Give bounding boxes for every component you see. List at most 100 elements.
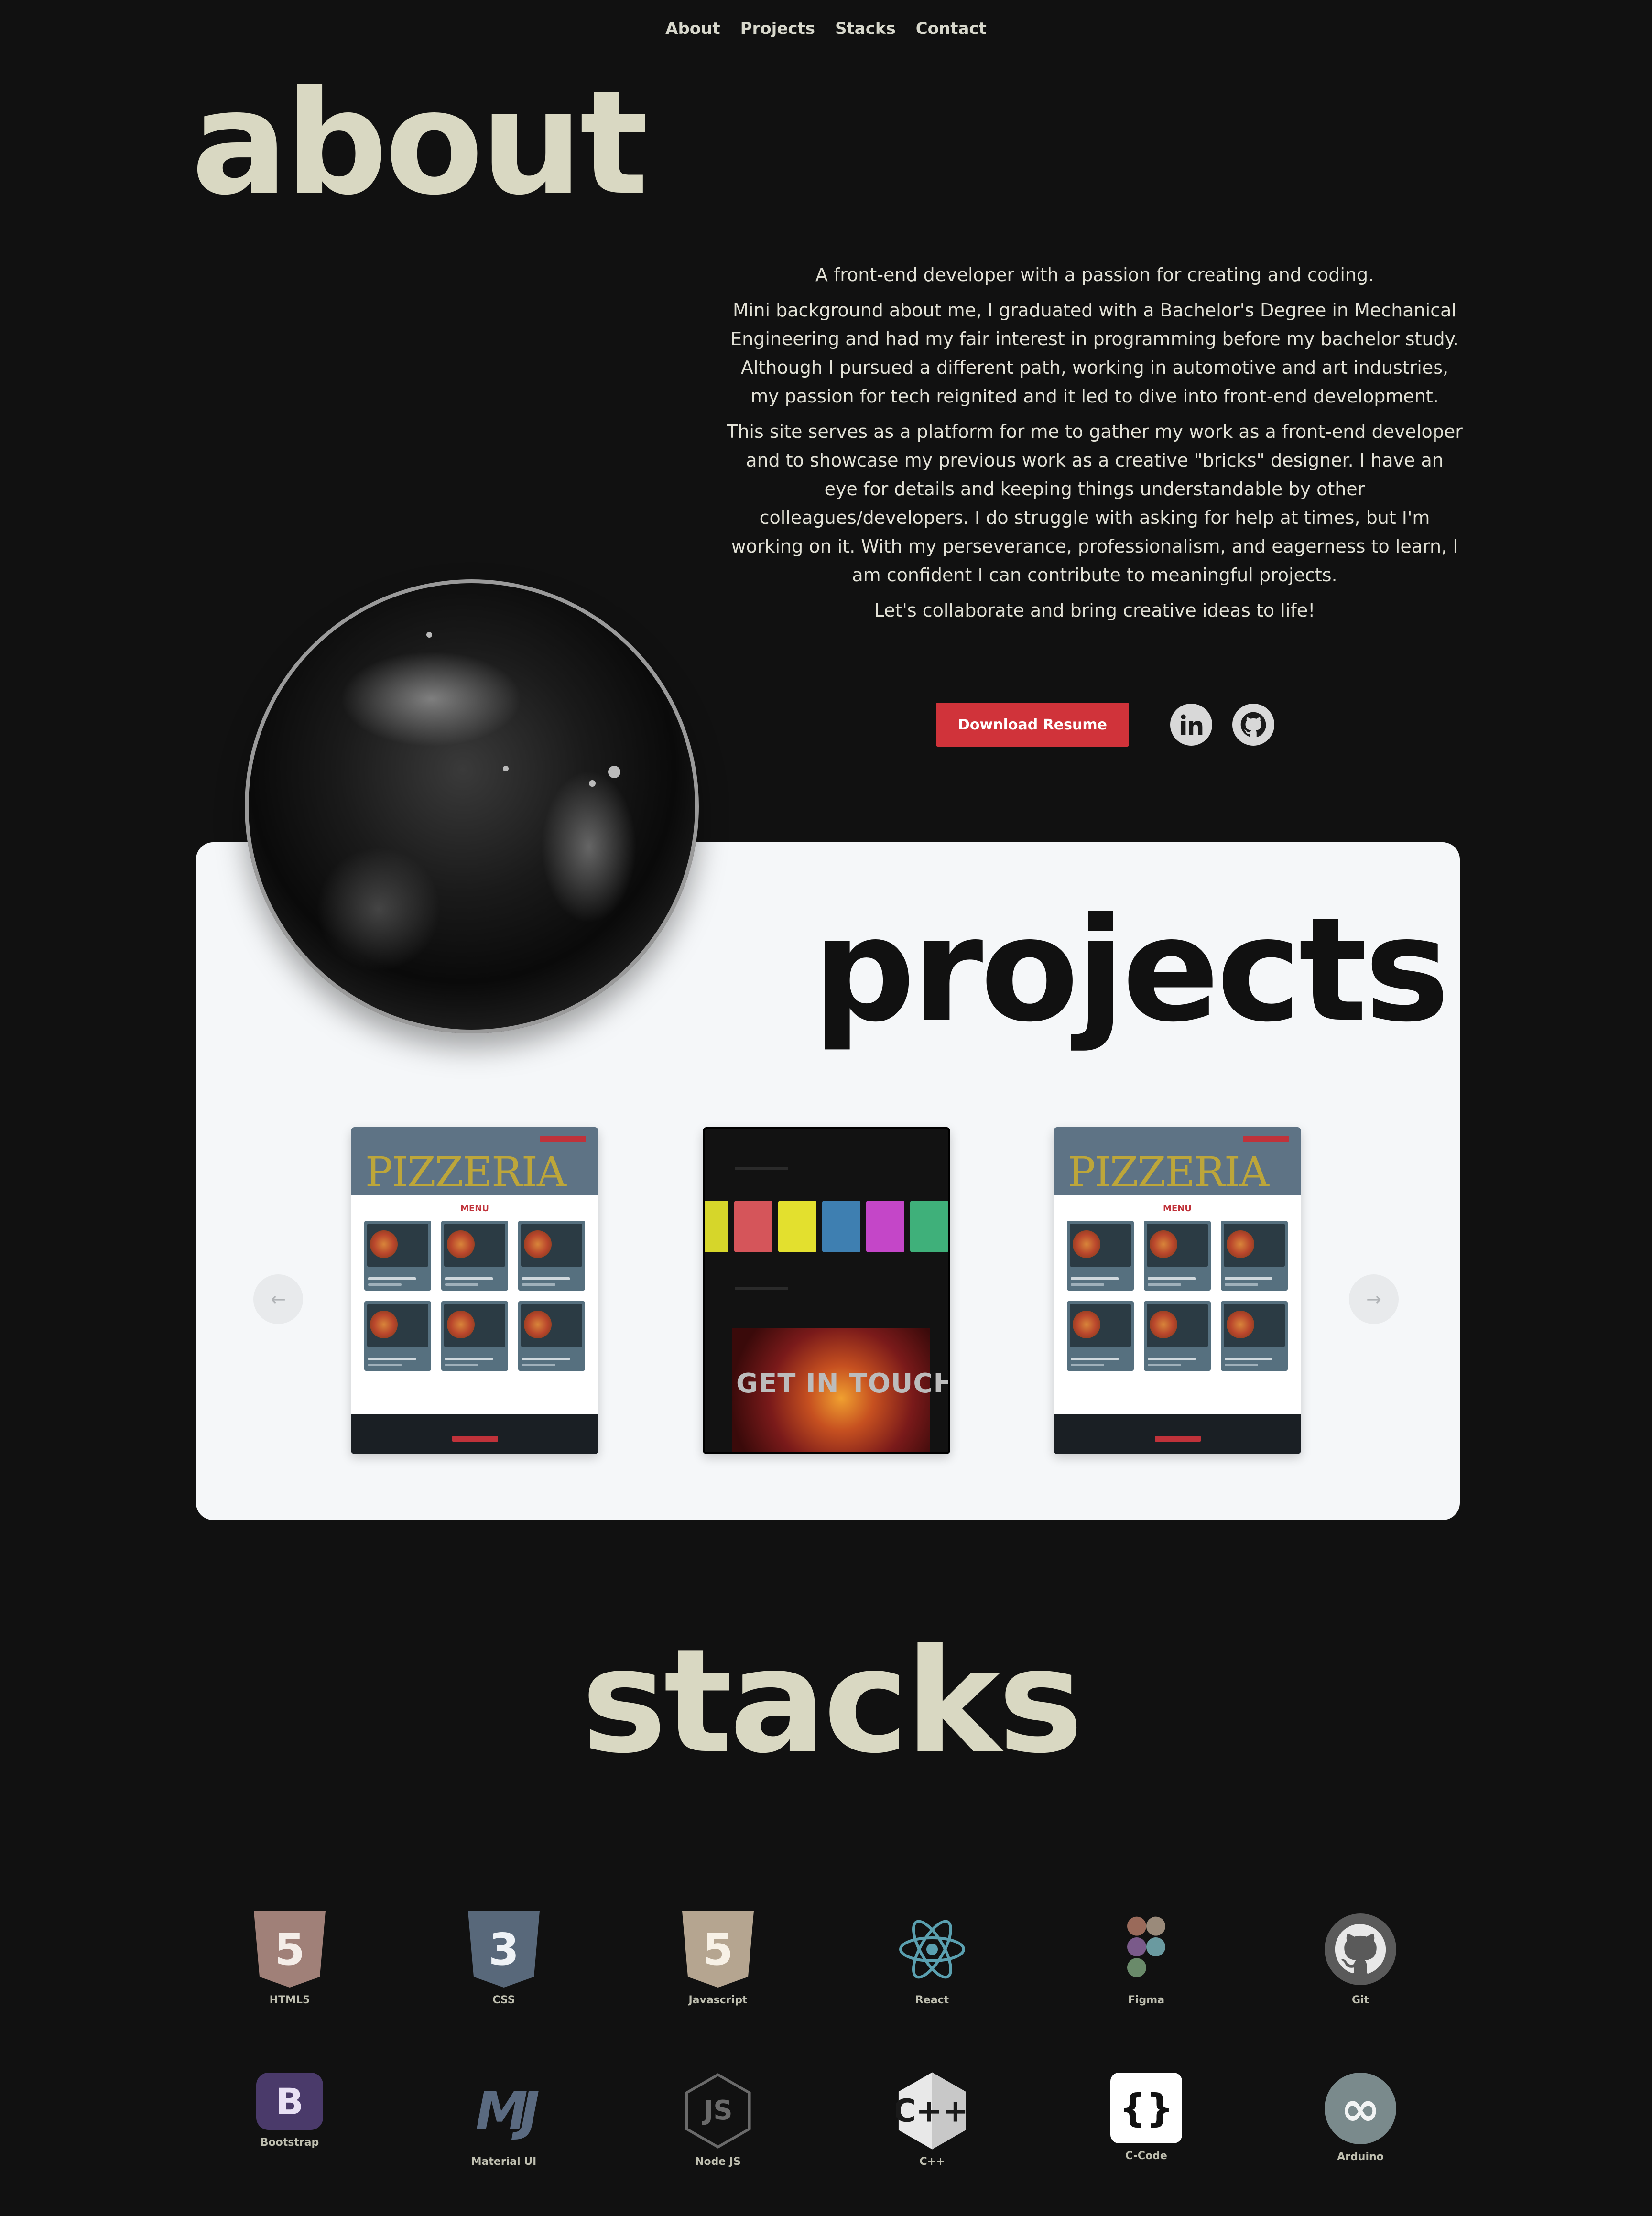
pizzeria-logo: PIZZERIA	[365, 1149, 566, 1196]
stack-git: Git	[1303, 1911, 1418, 2006]
stack-javascript: 5 Javascript	[661, 1911, 775, 2006]
glass-bubble-image	[245, 579, 699, 1033]
menu-card	[1067, 1301, 1134, 1371]
thumbnail-menu-grid	[364, 1221, 585, 1371]
stacks-title: stacks	[581, 1618, 1083, 1785]
stack-label: Git	[1351, 1994, 1369, 2006]
menu-card	[441, 1221, 508, 1291]
menu-card	[518, 1221, 585, 1291]
css3-icon: 3	[468, 1911, 540, 1988]
projects-title: projects	[813, 887, 1450, 1054]
stack-label: Node JS	[695, 2156, 741, 2168]
stack-label: C-Code	[1125, 2150, 1167, 2162]
about-purpose: This site serves as a platform for me to…	[727, 421, 1463, 586]
menu-card	[1144, 1301, 1211, 1371]
menu-card	[1144, 1221, 1211, 1291]
github-icon[interactable]	[1232, 704, 1274, 746]
c-code-icon: {}	[1110, 2073, 1182, 2143]
stack-label: Material UI	[471, 2156, 537, 2168]
thumbnail-cta-text: GET IN TOUCH	[736, 1368, 950, 1399]
stack-arduino: ∞ Arduino	[1303, 2073, 1418, 2163]
about-actions: Download Resume	[936, 703, 1274, 747]
menu-card	[518, 1301, 585, 1371]
menu-card	[1067, 1221, 1134, 1291]
stack-figma: Figma	[1089, 1911, 1204, 2006]
stack-bootstrap: B Bootstrap	[232, 2073, 347, 2149]
bubble-droplet	[503, 766, 509, 771]
thumbnail-header: PIZZERIA	[351, 1127, 598, 1195]
html5-icon: 5	[254, 1911, 326, 1988]
menu-card	[1221, 1301, 1288, 1371]
project-thumbnail-pizzeria[interactable]: PIZZERIA MENU	[1054, 1127, 1301, 1454]
nodejs-icon: JS	[682, 2073, 754, 2149]
stack-label: C++	[919, 2156, 945, 2168]
about-text: A front-end developer with a passion for…	[727, 261, 1463, 639]
nav-projects[interactable]: Projects	[740, 19, 815, 38]
thumbnail-section-label	[735, 1167, 788, 1170]
menu-card	[364, 1301, 431, 1371]
stack-cpp: C++ C++	[875, 2072, 989, 2168]
stack-label: HTML5	[269, 1994, 310, 2006]
javascript-icon: 5	[682, 1911, 754, 1988]
arduino-icon: ∞	[1325, 2073, 1396, 2144]
top-nav: About Projects Stacks Contact	[0, 19, 1652, 38]
thumbnail-menu-heading: MENU	[1163, 1204, 1192, 1214]
figma-icon	[1110, 1911, 1182, 1988]
bubble-highlight	[541, 771, 637, 923]
carousel-next-button[interactable]: →	[1349, 1274, 1399, 1324]
linkedin-icon[interactable]	[1170, 704, 1212, 746]
menu-card	[1221, 1221, 1288, 1291]
thumbnail-footer	[351, 1414, 598, 1454]
react-icon	[896, 1911, 968, 1988]
stack-html5: 5 HTML5	[232, 1911, 347, 2006]
bubble-droplet	[589, 780, 596, 787]
about-title: about	[191, 60, 648, 227]
thumbnail-menu-grid	[1067, 1221, 1288, 1371]
bubble-highlight	[340, 651, 522, 747]
stack-nodejs: JS Node JS	[661, 2073, 775, 2168]
nav-stacks[interactable]: Stacks	[835, 19, 896, 38]
svg-text:C++: C++	[896, 2093, 968, 2129]
github-glyph	[1240, 712, 1266, 737]
arrow-right-icon: →	[1366, 1289, 1381, 1310]
menu-card	[441, 1301, 508, 1371]
stack-react: React	[875, 1911, 989, 2006]
nav-about[interactable]: About	[665, 19, 720, 38]
stack-label: Figma	[1128, 1994, 1165, 2006]
bubble-droplet	[426, 632, 432, 638]
bootstrap-icon: B	[256, 2073, 323, 2130]
menu-card	[364, 1221, 431, 1291]
github-icon	[1325, 1911, 1396, 1988]
stack-label: React	[915, 1994, 949, 2006]
thumbnail-color-cards	[705, 1201, 948, 1253]
cpp-icon: C++	[896, 2072, 968, 2150]
thumbnail-menu-heading: MENU	[460, 1204, 489, 1214]
thumbnail-section-label	[735, 1287, 788, 1290]
bubble-droplet	[608, 766, 620, 778]
stack-css: 3 CSS	[446, 1911, 561, 2006]
stack-label: Arduino	[1337, 2151, 1384, 2163]
about-cta: Let's collaborate and bring creative ide…	[874, 600, 1315, 621]
about-intro: A front-end developer with a passion for…	[815, 264, 1374, 285]
download-resume-button[interactable]: Download Resume	[936, 703, 1129, 747]
project-thumbnail-pizzeria[interactable]: PIZZERIA MENU	[351, 1127, 598, 1454]
stack-material-ui: MJ Material UI	[446, 2073, 561, 2168]
bubble-highlight	[316, 847, 441, 971]
nav-contact[interactable]: Contact	[916, 19, 987, 38]
thumbnail-header-button	[1243, 1136, 1289, 1142]
stack-label: CSS	[492, 1994, 515, 2006]
stack-c-code: {} C-Code	[1089, 2073, 1204, 2162]
svg-text:JS: JS	[701, 2095, 732, 2126]
thumbnail-footer	[1054, 1414, 1301, 1454]
stack-label: Javascript	[688, 1994, 748, 2006]
thumbnail-header: PIZZERIA	[1054, 1127, 1301, 1195]
about-background: Mini background about me, I graduated wi…	[730, 300, 1459, 407]
stack-label: Bootstrap	[260, 2137, 319, 2149]
thumbnail-header-button	[540, 1136, 586, 1142]
arrow-left-icon: ←	[271, 1289, 286, 1310]
pizzeria-logo: PIZZERIA	[1068, 1149, 1269, 1196]
project-thumbnail-portfolio[interactable]: GET IN TOUCH	[703, 1127, 950, 1454]
carousel-prev-button[interactable]: ←	[253, 1274, 303, 1324]
linkedin-glyph	[1181, 714, 1203, 735]
material-ui-icon: MJ	[475, 2080, 540, 2141]
